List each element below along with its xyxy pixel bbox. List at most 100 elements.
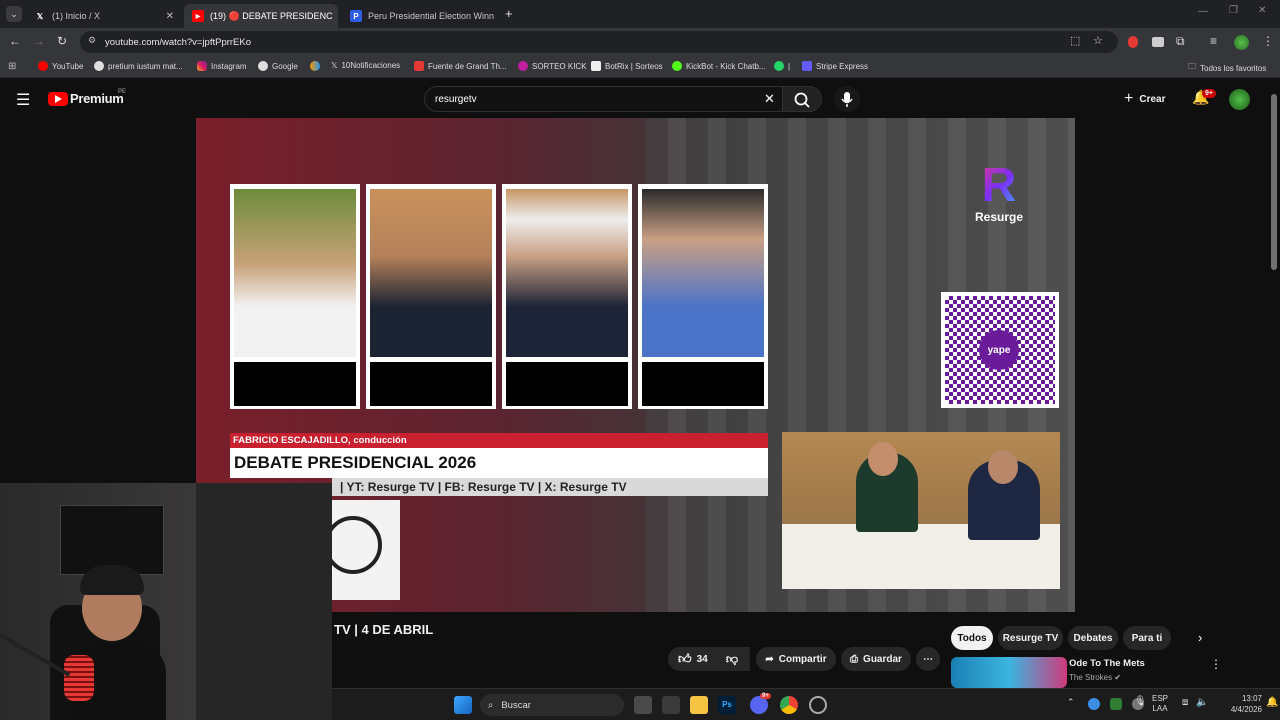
recommended-title[interactable]: Ode To The Mets: [1069, 658, 1145, 669]
mic-tray-icon[interactable]: 🎙: [1134, 696, 1147, 707]
recommended-more-icon[interactable]: ⋮: [1210, 657, 1222, 671]
tray-app-icon[interactable]: [1088, 698, 1100, 710]
taskbar-search-input[interactable]: ⌕ Buscar: [480, 694, 624, 716]
reload-icon[interactable]: ↻: [57, 34, 67, 48]
chip-resurge-tv[interactable]: Resurge TV: [998, 626, 1063, 650]
video-title-fragment: TV | 4 DE ABRIL: [334, 622, 434, 637]
bookmark-instagram[interactable]: Instagram: [197, 61, 247, 71]
bookmark-star-icon[interactable]: ☆: [1093, 34, 1103, 47]
windows-start-icon[interactable]: [454, 696, 472, 714]
network-icon[interactable]: ⧈: [1182, 697, 1188, 708]
more-actions-button[interactable]: ⋯: [916, 647, 940, 671]
bookmark-pretium[interactable]: pretium iustum mat...: [94, 61, 183, 71]
chip-para-ti[interactable]: Para ti: [1123, 626, 1171, 650]
dislike-button[interactable]: 👎︎: [714, 647, 750, 671]
resurge-brand-text: Resurge: [974, 210, 1024, 224]
extensions-puzzle-icon[interactable]: ⧉: [1176, 34, 1185, 49]
install-icon[interactable]: ⬚: [1070, 34, 1080, 47]
obs-icon[interactable]: [809, 696, 827, 714]
clear-search-icon[interactable]: ✕: [764, 91, 775, 107]
chevron-right-icon[interactable]: ›: [1198, 630, 1202, 645]
notifications-icon[interactable]: 🔔: [1266, 697, 1278, 708]
youtube-icon: [38, 61, 48, 71]
tab-polymarket[interactable]: P Peru Presidential Election Winn ✕: [342, 4, 498, 28]
bookmark-notificaciones[interactable]: 𝕏 10Notificaciones: [331, 61, 400, 70]
back-icon[interactable]: ←: [9, 34, 21, 48]
chrome-icon[interactable]: [780, 696, 798, 714]
window-close-icon[interactable]: ✕: [1258, 5, 1266, 16]
scrollbar-thumb[interactable]: [1271, 94, 1277, 270]
name-placeholder: [506, 362, 628, 406]
tray-overflow-icon[interactable]: ⌃: [1067, 697, 1075, 708]
photoshop-icon[interactable]: Ps: [718, 696, 736, 714]
file-explorer-icon[interactable]: [690, 696, 708, 714]
thumbs-down-icon: 👎︎: [725, 651, 739, 666]
extension-red-icon[interactable]: [1128, 36, 1138, 48]
stripe-icon: [802, 61, 812, 71]
recommended-thumbnail[interactable]: [951, 657, 1067, 688]
language-indicator[interactable]: ESP LAA: [1152, 694, 1168, 714]
bookmark-fuente[interactable]: Fuente de Grand Th...: [414, 61, 507, 71]
maximize-icon[interactable]: ❐: [1229, 5, 1238, 16]
discord-badge: 9+: [760, 693, 771, 699]
tab-search-button[interactable]: ⌄: [6, 6, 22, 22]
microphone-foam: [64, 655, 94, 701]
save-button[interactable]: ⎙ Guardar: [841, 647, 911, 671]
search-input[interactable]: resurgetv ✕: [424, 86, 786, 112]
polymarket-icon: P: [350, 10, 362, 22]
share-button[interactable]: ➦ Compartir: [756, 647, 836, 671]
bookmark-extension[interactable]: [310, 61, 320, 71]
create-button[interactable]: + Crear: [1124, 88, 1165, 110]
bookmark-stripe[interactable]: Stripe Express: [802, 61, 868, 71]
bookmark-whatsapp[interactable]: |: [774, 61, 790, 71]
account-avatar[interactable]: [1229, 89, 1250, 110]
youtube-logo-icon[interactable]: [48, 92, 68, 106]
bookmark-sorteo-kick[interactable]: SORTEO KICK: [518, 61, 587, 71]
profile-avatar[interactable]: [1234, 35, 1249, 50]
folder-icon: 🗀: [1188, 62, 1196, 71]
guest-head: [988, 450, 1018, 484]
tab-x-home[interactable]: 𝕏 (1) Inicio / X ✕: [26, 4, 182, 28]
windows-taskbar: ⌕ Buscar Ps 9+ ⌃ 🎙 ESP LAA ⧈ 🔈 13:07 4/4/20…: [332, 688, 1280, 720]
new-tab-icon[interactable]: +: [505, 6, 513, 21]
chip-debates[interactable]: Debates: [1068, 626, 1118, 650]
notification-badge: 9+: [1202, 89, 1216, 98]
app-icon[interactable]: [662, 696, 680, 714]
recommended-channel[interactable]: The Strokes ✔: [1069, 673, 1121, 682]
address-bar[interactable]: ⚙ youtube.com/watch?v=jpftPprrEKo ⬚ ☆: [80, 31, 1118, 53]
all-bookmarks[interactable]: 🗀 Todos los favoritos: [1188, 61, 1266, 75]
candidate-card: [366, 184, 496, 409]
tab-title: (1) Inicio / X: [52, 11, 101, 21]
bookmark-botrix[interactable]: BotRix | Sorteos: [591, 61, 663, 71]
close-icon[interactable]: ✕: [166, 11, 174, 22]
hamburger-menu-icon[interactable]: ☰: [16, 90, 30, 110]
bookmark-kickbot[interactable]: KickBot - Kick Chatb...: [672, 61, 766, 71]
forward-icon[interactable]: →: [33, 34, 45, 48]
tab-youtube-video[interactable]: ▶ (19) 🔴 DEBATE PRESIDENC 🔊 ✕: [184, 4, 338, 28]
voice-search-button[interactable]: [834, 86, 860, 112]
tab-groups-icon[interactable]: ≡: [1210, 34, 1217, 48]
plus-icon: +: [1124, 90, 1134, 107]
chip-todos[interactable]: Todos: [951, 626, 993, 650]
candidate-photo: [234, 189, 356, 357]
apps-grid-icon[interactable]: ⊞: [8, 61, 16, 72]
candidate-card: [638, 184, 768, 409]
site-info-icon[interactable]: ⚙: [88, 35, 96, 46]
botrix-icon: [591, 61, 601, 71]
candidate-photo: [370, 189, 492, 357]
candidate-card: [230, 184, 360, 409]
youtube-premium-logo[interactable]: Premium: [70, 91, 124, 106]
bookmark-youtube[interactable]: YouTube: [38, 61, 83, 71]
x-logo-icon: 𝕏: [36, 11, 44, 21]
taskbar-clock[interactable]: 13:07 4/4/2026: [1214, 693, 1262, 715]
search-button[interactable]: [782, 86, 822, 112]
host-head: [868, 442, 898, 476]
task-view-icon[interactable]: [634, 696, 652, 714]
bookmark-google[interactable]: Google: [258, 61, 298, 71]
more-menu-icon[interactable]: ⋮: [1262, 34, 1274, 48]
search-value: resurgetv: [435, 93, 477, 105]
volume-icon[interactable]: 🔈: [1196, 697, 1208, 708]
minimize-icon[interactable]: —: [1198, 6, 1208, 17]
tray-app-icon[interactable]: [1110, 698, 1122, 710]
extension-icon[interactable]: [1152, 37, 1164, 47]
